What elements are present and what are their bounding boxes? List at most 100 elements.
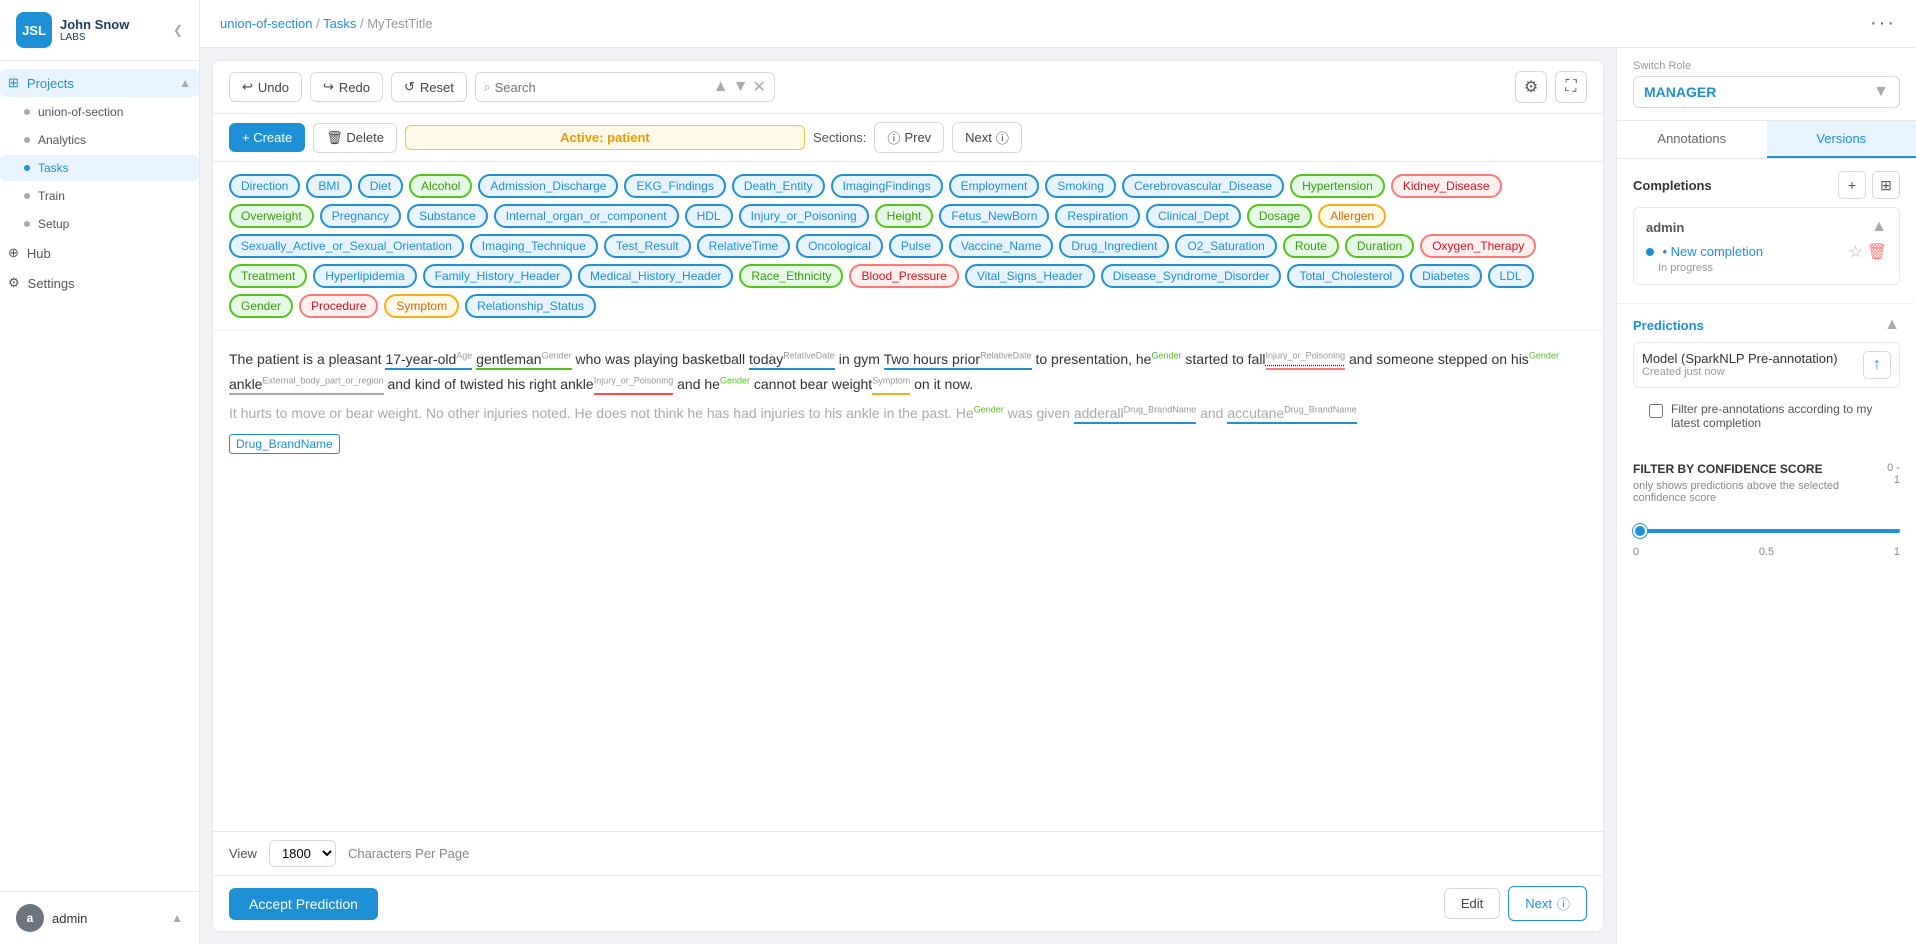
label-chip[interactable]: Admission_Discharge — [478, 174, 618, 198]
label-chip[interactable]: Death_Entity — [732, 174, 825, 198]
label-chip[interactable]: Pulse — [889, 234, 943, 258]
label-chip[interactable]: Substance — [407, 204, 488, 228]
user-expand-icon[interactable]: ▲ — [171, 911, 183, 925]
label-chip[interactable]: Internal_organ_or_component — [494, 204, 679, 228]
prediction-action-button[interactable]: ↑ — [1863, 351, 1891, 379]
search-up-icon[interactable]: ▲ — [713, 78, 729, 96]
tab-annotations[interactable]: Annotations — [1617, 121, 1767, 158]
label-chip[interactable]: Overweight — [229, 204, 314, 228]
label-chip[interactable]: Gender — [229, 294, 293, 318]
label-chip[interactable]: Total_Cholesterol — [1287, 264, 1404, 288]
bottom-bar: View 1800 900 3600 Characters Per Page — [213, 831, 1603, 875]
next-section-button[interactable]: Next ⓘ — [952, 122, 1022, 153]
create-button[interactable]: + Create — [229, 123, 305, 152]
search-close-icon[interactable]: ✕ — [752, 77, 765, 97]
label-chip[interactable]: Respiration — [1055, 204, 1140, 228]
label-chip[interactable]: HDL — [685, 204, 733, 228]
label-chip[interactable]: Fetus_NewBorn — [939, 204, 1049, 228]
label-chip[interactable]: BMI — [306, 174, 351, 198]
label-chip[interactable]: Hypertension — [1290, 174, 1385, 198]
label-chip[interactable]: Employment — [949, 174, 1040, 198]
sidebar-item-setup[interactable]: Setup — [0, 211, 199, 237]
label-chip[interactable]: Direction — [229, 174, 300, 198]
label-chip[interactable]: Alcohol — [409, 174, 472, 198]
label-chip[interactable]: Vital_Signs_Header — [965, 264, 1095, 288]
completion-chevron-icon[interactable]: ▲ — [1871, 218, 1887, 236]
confidence-slider[interactable] — [1633, 529, 1900, 533]
breadcrumb-union[interactable]: union-of-section — [220, 16, 313, 31]
role-select[interactable]: MANAGER ▼ — [1633, 76, 1900, 108]
label-chip[interactable]: Relationship_Status — [465, 294, 596, 318]
label-chip[interactable]: ImagingFindings — [831, 174, 943, 198]
reset-button[interactable]: ↺ Reset — [391, 72, 467, 102]
label-chip[interactable]: Blood_Pressure — [849, 264, 958, 288]
label-chip[interactable]: Dosage — [1247, 204, 1312, 228]
label-chip[interactable]: Drug_Ingredient — [1059, 234, 1169, 258]
label-chip[interactable]: Test_Result — [604, 234, 691, 258]
label-chip[interactable]: O2_Saturation — [1175, 234, 1276, 258]
label-chip[interactable]: Clinical_Dept — [1146, 204, 1241, 228]
more-options-icon[interactable]: ··· — [1870, 12, 1896, 35]
redo-button[interactable]: ↪ Redo — [310, 72, 383, 102]
label-chip[interactable]: Diabetes — [1410, 264, 1481, 288]
sidebar-item-settings[interactable]: ⚙ Settings — [0, 269, 199, 297]
label-chip[interactable]: Race_Ethnicity — [739, 264, 843, 288]
label-chip[interactable]: Procedure — [299, 294, 378, 318]
delete-button[interactable]: 🗑 Delete — [313, 123, 397, 153]
next-button[interactable]: Next ⓘ — [1508, 886, 1587, 921]
search-down-icon[interactable]: ▼ — [733, 78, 749, 96]
label-chip[interactable]: Family_History_Header — [423, 264, 572, 288]
label-chip[interactable]: Vaccine_Name — [949, 234, 1053, 258]
sidebar-item-train[interactable]: Train — [0, 183, 199, 209]
edit-button[interactable]: Edit — [1444, 888, 1500, 919]
label-chip[interactable]: Smoking — [1045, 174, 1116, 198]
sidebar-item-tasks[interactable]: Tasks — [0, 155, 199, 181]
label-chip[interactable]: Allergen — [1318, 204, 1386, 228]
label-chip[interactable]: Cerebrovascular_Disease — [1122, 174, 1284, 198]
sidebar-collapse-button[interactable]: ❮ — [173, 23, 183, 37]
predictions-collapse-icon[interactable]: ▲ — [1884, 316, 1900, 334]
label-chip[interactable]: EKG_Findings — [624, 174, 725, 198]
label-chip[interactable]: Imaging_Technique — [470, 234, 598, 258]
accept-prediction-button[interactable]: Accept Prediction — [229, 888, 378, 920]
label-chip[interactable]: Injury_or_Poisoning — [739, 204, 869, 228]
new-completion-label[interactable]: • New completion — [1662, 244, 1763, 259]
sidebar-item-projects[interactable]: ⊞ Projects ▲ — [0, 69, 199, 97]
label-chip[interactable]: Pregnancy — [320, 204, 401, 228]
grid-view-button[interactable]: ⊞ — [1872, 171, 1900, 199]
label-chip[interactable]: Disease_Syndrome_Disorder — [1101, 264, 1282, 288]
sidebar-item-hub[interactable]: ⊕ Hub — [0, 239, 199, 267]
role-chevron-icon: ▼ — [1873, 83, 1889, 101]
breadcrumb-tasks[interactable]: Tasks — [323, 16, 356, 31]
filter-checkbox[interactable] — [1649, 404, 1663, 418]
label-chip[interactable]: Oxygen_Therapy — [1420, 234, 1536, 258]
label-chip[interactable]: Symptom — [384, 294, 459, 318]
label-chip[interactable]: Height — [875, 204, 934, 228]
delete-completion-icon[interactable]: 🗑 — [1867, 242, 1887, 262]
view-select[interactable]: 1800 900 3600 — [269, 840, 336, 867]
label-chip[interactable]: RelativeTime — [697, 234, 791, 258]
label-chip[interactable]: Sexually_Active_or_Sexual_Orientation — [229, 234, 464, 258]
label-chip[interactable]: Medical_History_Header — [578, 264, 733, 288]
fullscreen-button[interactable]: ⛶ — [1555, 71, 1587, 103]
search-box[interactable]: ⌕ ▲ ▼ ✕ — [475, 72, 775, 102]
projects-collapse-icon[interactable]: ▲ — [179, 76, 191, 90]
label-chip[interactable]: Treatment — [229, 264, 307, 288]
label-chip[interactable]: Route — [1283, 234, 1339, 258]
settings-panel-button[interactable]: ⚙ — [1515, 71, 1547, 103]
main-area: union-of-section / Tasks / MyTestTitle ·… — [200, 0, 1916, 944]
prev-button[interactable]: ⓘ Prev — [874, 122, 944, 153]
label-chip[interactable]: Hyperlipidemia — [313, 264, 416, 288]
label-chip[interactable]: LDL — [1488, 264, 1534, 288]
undo-button[interactable]: ↩ Undo — [229, 72, 302, 102]
tab-versions[interactable]: Versions — [1767, 121, 1916, 158]
sidebar-item-union-of-section[interactable]: union-of-section — [0, 99, 199, 125]
label-chip[interactable]: Kidney_Disease — [1391, 174, 1502, 198]
label-chip[interactable]: Oncological — [796, 234, 883, 258]
label-chip[interactable]: Duration — [1345, 234, 1414, 258]
search-input[interactable] — [495, 80, 709, 95]
add-completion-button[interactable]: + — [1838, 171, 1866, 199]
sidebar-item-analytics[interactable]: Analytics — [0, 127, 199, 153]
label-chip[interactable]: Diet — [358, 174, 403, 198]
star-icon[interactable]: ☆ — [1848, 242, 1862, 262]
